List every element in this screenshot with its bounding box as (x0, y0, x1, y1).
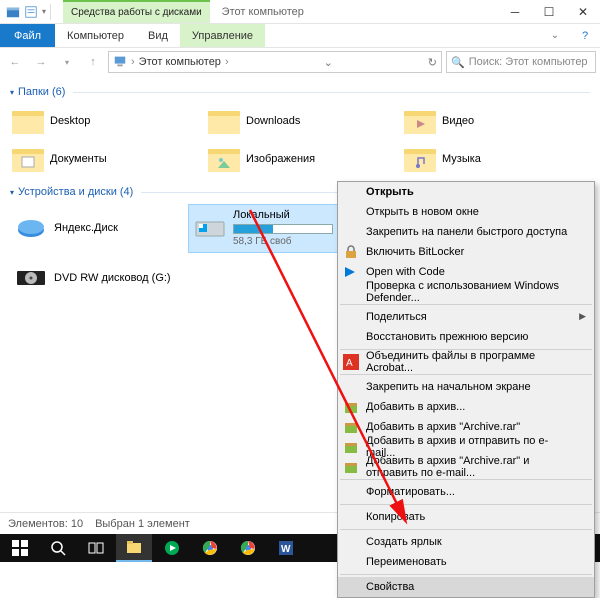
help-icon[interactable]: ? (570, 24, 600, 47)
winrar-icon (343, 439, 359, 455)
winrar-icon (343, 459, 359, 475)
address-path-segment[interactable]: Этот компьютер (139, 56, 221, 68)
folder-downloads[interactable]: Downloads (206, 104, 394, 138)
svg-text:A: A (346, 358, 353, 369)
ribbon-contextual-category: Средства работы с дисками (63, 0, 210, 23)
ctx-pin-start[interactable]: Закрепить на начальном экране (338, 377, 594, 397)
close-button[interactable]: ✕ (566, 0, 600, 23)
taskbar-search-button[interactable] (40, 534, 76, 562)
thispc-icon (113, 54, 127, 71)
address-bar[interactable]: › Этот компьютер › ⌄ ↻ (108, 51, 442, 73)
tab-computer[interactable]: Компьютер (55, 24, 136, 47)
ctx-open[interactable]: Открыть (338, 182, 594, 202)
nav-up-button[interactable]: ↑ (82, 51, 104, 73)
folder-images[interactable]: Изображения (206, 142, 394, 176)
qat-dropdown-icon[interactable]: ▾ (42, 7, 46, 16)
tab-view[interactable]: Вид (136, 24, 180, 47)
bitlocker-icon (343, 244, 359, 260)
ctx-defender-scan[interactable]: Проверка с использованием Windows Defend… (338, 282, 594, 302)
submenu-arrow-icon: ▶ (579, 311, 586, 322)
ctx-pin-quick-access[interactable]: Закрепить на панели быстрого доступа (338, 222, 594, 242)
nav-recent-dropdown[interactable]: ▾ (56, 51, 78, 73)
search-input[interactable]: 🔍 Поиск: Этот компьютер (446, 51, 596, 73)
context-menu: Открыть Открыть в новом окне Закрепить н… (337, 181, 595, 598)
ctx-add-archive-rar-email[interactable]: Добавить в архив "Archive.rar" и отправи… (338, 457, 594, 477)
app-icon (6, 5, 20, 19)
taskbar-taskview-button[interactable] (78, 534, 114, 562)
taskbar-chrome-2[interactable] (230, 534, 266, 562)
status-selection: Выбран 1 элемент (95, 518, 190, 530)
folder-music[interactable]: Музыка (402, 142, 590, 176)
maximize-button[interactable]: ☐ (532, 0, 566, 23)
acrobat-icon: A (343, 354, 359, 370)
device-yandex-disk[interactable]: Яндекс.Диск (10, 204, 180, 253)
tab-file[interactable]: Файл (0, 24, 55, 47)
taskbar-chrome[interactable] (192, 534, 228, 562)
tab-manage[interactable]: Управление (180, 24, 265, 47)
device-local-disk[interactable]: Локальный 58,3 ГБ своб (188, 204, 358, 253)
taskbar-word[interactable]: W (268, 534, 304, 562)
disk-space-bar (233, 224, 333, 234)
ctx-properties[interactable]: Свойства (338, 577, 594, 597)
winrar-icon (343, 419, 359, 435)
ctx-add-archive-email[interactable]: Добавить в архив и отправить по e-mail..… (338, 437, 594, 457)
ctx-copy[interactable]: Копировать (338, 507, 594, 527)
ctx-restore-previous[interactable]: Восстановить прежнюю версию (338, 327, 594, 347)
ctx-acrobat-combine[interactable]: A Объединить файлы в программе Acrobat..… (338, 352, 594, 372)
taskbar-mediaplayer[interactable] (154, 534, 190, 562)
ctx-share[interactable]: Поделиться▶ (338, 307, 594, 327)
folder-desktop[interactable]: Desktop (10, 104, 198, 138)
nav-back-button[interactable]: ← (4, 51, 26, 73)
taskbar-explorer[interactable] (116, 534, 152, 562)
device-dvd-rw[interactable]: DVD RW дисковод (G:) (10, 257, 180, 299)
ctx-rename[interactable]: Переименовать (338, 552, 594, 572)
nav-forward-button[interactable]: → (30, 51, 52, 73)
winrar-icon (343, 399, 359, 415)
group-header-folders[interactable]: Папки (6) (10, 86, 590, 98)
svg-text:W: W (281, 544, 291, 555)
qat-properties-icon[interactable] (24, 5, 38, 19)
address-dropdown-icon[interactable]: ⌄ (324, 56, 333, 69)
ctx-format[interactable]: Форматировать... (338, 482, 594, 502)
folder-documents[interactable]: Документы (10, 142, 198, 176)
start-button[interactable] (2, 534, 38, 562)
ctx-open-with-code[interactable]: Open with Code (338, 262, 594, 282)
refresh-icon[interactable]: ↻ (428, 56, 437, 69)
minimize-button[interactable]: ─ (498, 0, 532, 23)
window-title: Этот компьютер (210, 0, 498, 23)
status-item-count: Элементов: 10 (8, 518, 83, 530)
ctx-open-new-window[interactable]: Открыть в новом окне (338, 202, 594, 222)
ctx-add-archive-rar[interactable]: Добавить в архив "Archive.rar" (338, 417, 594, 437)
ctx-create-shortcut[interactable]: Создать ярлык (338, 532, 594, 552)
ctx-add-archive[interactable]: Добавить в архив... (338, 397, 594, 417)
vscode-icon (343, 264, 359, 280)
ctx-bitlocker[interactable]: Включить BitLocker (338, 242, 594, 262)
search-icon: 🔍 (451, 56, 465, 69)
folder-video[interactable]: Видео (402, 104, 590, 138)
ribbon-expand-icon[interactable]: ⌄ (540, 24, 570, 47)
